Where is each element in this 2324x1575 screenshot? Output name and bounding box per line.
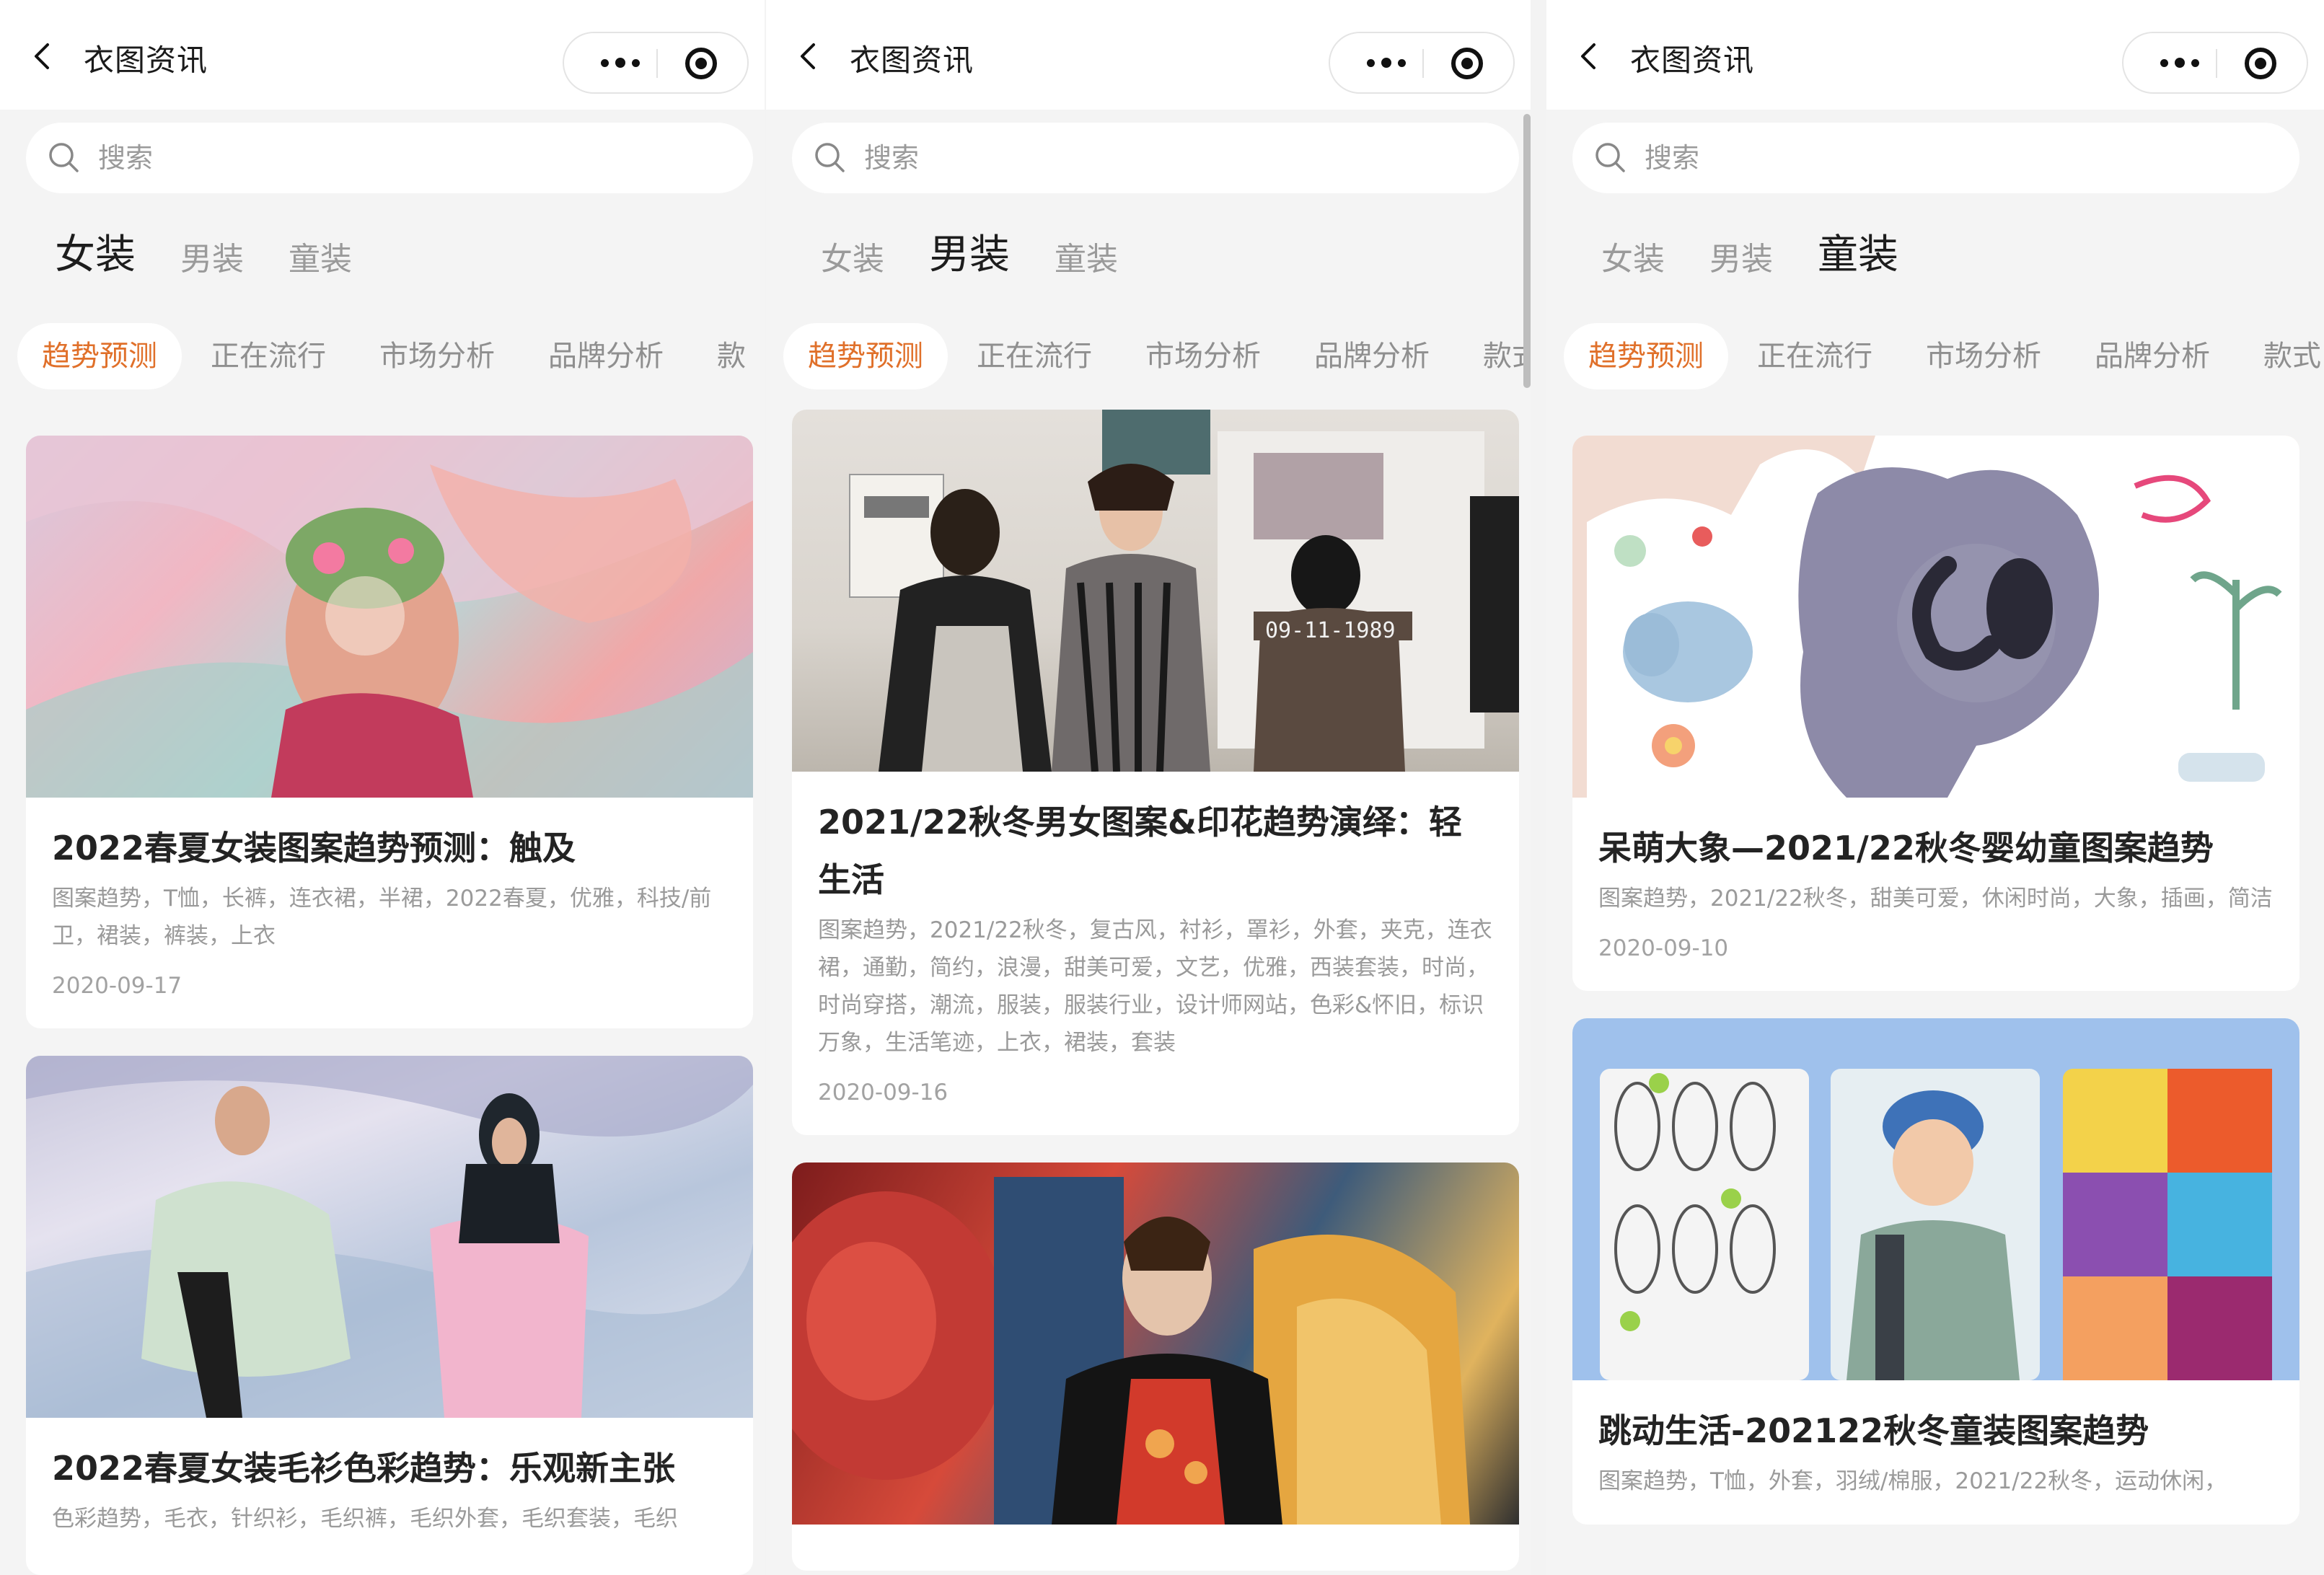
article-cover-image: [792, 1162, 1519, 1525]
more-dots-icon[interactable]: [584, 33, 656, 92]
record-icon[interactable]: [2245, 48, 2276, 79]
more-dots-icon[interactable]: [1350, 33, 1422, 92]
search-input[interactable]: [864, 137, 1369, 179]
subtab-market-analysis[interactable]: 市场分析: [355, 323, 519, 389]
article-title: 2022春夏女装毛衫色彩趋势：乐观新主张: [52, 1449, 676, 1488]
article-feed: 呆萌大象—2021/22秋冬婴幼童图案趋势 图案趋势，2021/22秋冬，甜美可…: [1572, 436, 2299, 1552]
top-bar: 衣图资讯: [0, 0, 765, 110]
page-title: 衣图资讯: [84, 43, 208, 78]
subtab-brand-analysis[interactable]: 品牌分析: [524, 323, 688, 389]
subtab-popular-now[interactable]: 正在流行: [952, 323, 1117, 389]
record-icon[interactable]: [1451, 48, 1483, 79]
article-card[interactable]: 呆萌大象—2021/22秋冬婴幼童图案趋势 图案趋势，2021/22秋冬，甜美可…: [1572, 436, 2299, 991]
cover-art: [26, 1056, 753, 1418]
category-tabs: 女装 男装 童装: [821, 222, 1163, 280]
cover-art: 09-11-1989: [849, 410, 1519, 772]
article-tags: 图案趋势，2021/22秋冬，复古风，衬衫，罩衫，外套，夹克，连衣裙，通勤，简约…: [818, 917, 1492, 1056]
subtab-bar: 趋势预测 正在流行 市场分析 品牌分析 款式: [1564, 323, 2324, 389]
article-card[interactable]: 2022春夏女装图案趋势预测：触及 图案趋势，T恤，长裤，连衣裙，半裙，2022…: [26, 436, 753, 1028]
search-bar[interactable]: [792, 123, 1519, 193]
subtab-styles[interactable]: 款: [692, 323, 765, 389]
article-tags: 色彩趋势，毛衣，针织衫，毛织裤，毛织外套，毛织套装，毛织: [52, 1506, 678, 1532]
cover-art: [1587, 436, 2299, 798]
subtab-trend-forecast[interactable]: 趋势预测: [1564, 323, 1728, 389]
subtab-trend-forecast[interactable]: 趋势预测: [17, 323, 182, 389]
article-card[interactable]: 跳动生活-202122秋冬童装图案趋势 图案趋势，T恤，外套，羽绒/棉服，202…: [1572, 1018, 2299, 1525]
subtab-popular-now[interactable]: 正在流行: [1733, 323, 1897, 389]
tab-womens[interactable]: 女装: [1601, 239, 1665, 280]
more-dots-icon[interactable]: [2144, 33, 2216, 92]
search-icon: [49, 143, 79, 172]
mini-program-capsule: [1329, 32, 1515, 94]
subtab-popular-now[interactable]: 正在流行: [186, 323, 351, 389]
cover-art: [1600, 1069, 2272, 1380]
subtab-brand-analysis[interactable]: 品牌分析: [1290, 323, 1454, 389]
article-title: 呆萌大象—2021/22秋冬婴幼童图案趋势: [1598, 829, 2214, 868]
tab-kids[interactable]: 童装: [289, 239, 352, 280]
tab-womens[interactable]: 女装: [821, 239, 884, 280]
search-icon: [1595, 143, 1625, 172]
subtab-styles[interactable]: 款式: [1458, 323, 1531, 389]
search-bar[interactable]: [1572, 123, 2299, 193]
article-card[interactable]: 2022春夏女装毛衫色彩趋势：乐观新主张 色彩趋势，毛衣，针织衫，毛织裤，毛织外…: [26, 1056, 753, 1575]
search-icon: [815, 143, 845, 172]
article-date: 2020-09-17: [52, 973, 182, 999]
capsule-divider: [656, 49, 658, 78]
category-tabs: 女装 男装 童装: [55, 222, 397, 280]
subtab-trend-forecast[interactable]: 趋势预测: [783, 323, 948, 389]
capsule-divider: [1422, 49, 1424, 78]
capsule-divider: [2216, 49, 2217, 78]
article-title: 2022春夏女装图案趋势预测：触及: [52, 829, 576, 868]
chevron-left-icon[interactable]: [29, 42, 58, 71]
article-card[interactable]: [792, 1162, 1519, 1571]
mini-program-capsule: [2122, 32, 2308, 94]
subtab-market-analysis[interactable]: 市场分析: [1121, 323, 1285, 389]
top-bar: 衣图资讯: [766, 0, 1531, 110]
article-tags: 图案趋势，T恤，长裤，连衣裙，半裙，2022春夏，优雅，科技/前卫，裙装，裤装，…: [52, 886, 712, 949]
tab-mens[interactable]: 男装: [180, 239, 244, 280]
article-tags: 图案趋势，T恤，外套，羽绒/棉服，2021/22秋冬，运动休闲，: [1598, 1468, 2227, 1494]
subtab-bar: 趋势预测 正在流行 市场分析 品牌分析 款式: [783, 323, 1531, 389]
mini-program-capsule: [563, 32, 749, 94]
tab-mens[interactable]: 男装: [1709, 239, 1773, 280]
cover-art: [26, 436, 753, 798]
tab-mens[interactable]: 男装: [929, 231, 1010, 280]
article-title: 跳动生活-202122秋冬童装图案趋势: [1598, 1411, 2149, 1450]
chevron-left-icon[interactable]: [1575, 42, 1604, 71]
subtab-brand-analysis[interactable]: 品牌分析: [2070, 323, 2235, 389]
article-feed: 2022春夏女装图案趋势预测：触及 图案趋势，T恤，长裤，连衣裙，半裙，2022…: [26, 436, 753, 1575]
page-title: 衣图资讯: [850, 43, 974, 78]
app-screen-mens: 衣图资讯 女装 男装 童装 趋势预测 正在流行 市场分析 品牌分析 款式: [766, 0, 1531, 1575]
article-card[interactable]: 09-11-1989 2021/22秋冬男女图案&印花趋势演绎：轻生活 图案趋势…: [792, 410, 1519, 1135]
article-cover-image: 09-11-1989: [792, 410, 1519, 772]
tab-kids[interactable]: 童装: [1055, 239, 1118, 280]
app-screen-kids: 衣图资讯 女装 男装 童装 趋势预测 正在流行 市场分析 品牌分析 款式: [1546, 0, 2324, 1575]
search-bar[interactable]: [26, 123, 753, 193]
subtab-styles[interactable]: 款式: [2239, 323, 2324, 389]
top-bar: 衣图资讯: [1546, 0, 2324, 110]
article-feed: 09-11-1989 2021/22秋冬男女图案&印花趋势演绎：轻生活 图案趋势…: [792, 410, 1519, 1575]
article-cover-image: [1572, 1018, 2299, 1380]
article-date: 2020-09-10: [1598, 935, 1729, 961]
scrollbar[interactable]: [1523, 114, 1531, 388]
search-input[interactable]: [98, 137, 603, 179]
article-cover-image: [26, 436, 753, 798]
subtab-market-analysis[interactable]: 市场分析: [1901, 323, 2066, 389]
article-cover-image: [26, 1056, 753, 1418]
cover-art: [792, 1177, 1470, 1525]
category-tabs: 女装 男装 童装: [1601, 222, 1943, 280]
article-title: 2021/22秋冬男女图案&印花趋势演绎：轻生活: [818, 803, 1462, 899]
tab-womens[interactable]: 女装: [55, 231, 136, 280]
subtab-bar: 趋势预测 正在流行 市场分析 品牌分析 款: [17, 323, 765, 389]
article-date: 2020-09-16: [818, 1080, 948, 1106]
app-screen-womens: 衣图资讯 女装 男装 童装 趋势预测 正在流行 市场分析 品牌分析 款: [0, 0, 765, 1575]
search-input[interactable]: [1645, 137, 2149, 179]
record-icon[interactable]: [685, 48, 717, 79]
page-title: 衣图资讯: [1630, 43, 1755, 78]
article-tags: 图案趋势，2021/22秋冬，甜美可爱，休闲时尚，大象，插画，简洁: [1598, 886, 2273, 912]
tab-kids[interactable]: 童装: [1818, 231, 1898, 280]
chevron-left-icon[interactable]: [795, 42, 824, 71]
jacket-text: 09-11-1989: [1265, 618, 1396, 643]
article-cover-image: [1572, 436, 2299, 798]
